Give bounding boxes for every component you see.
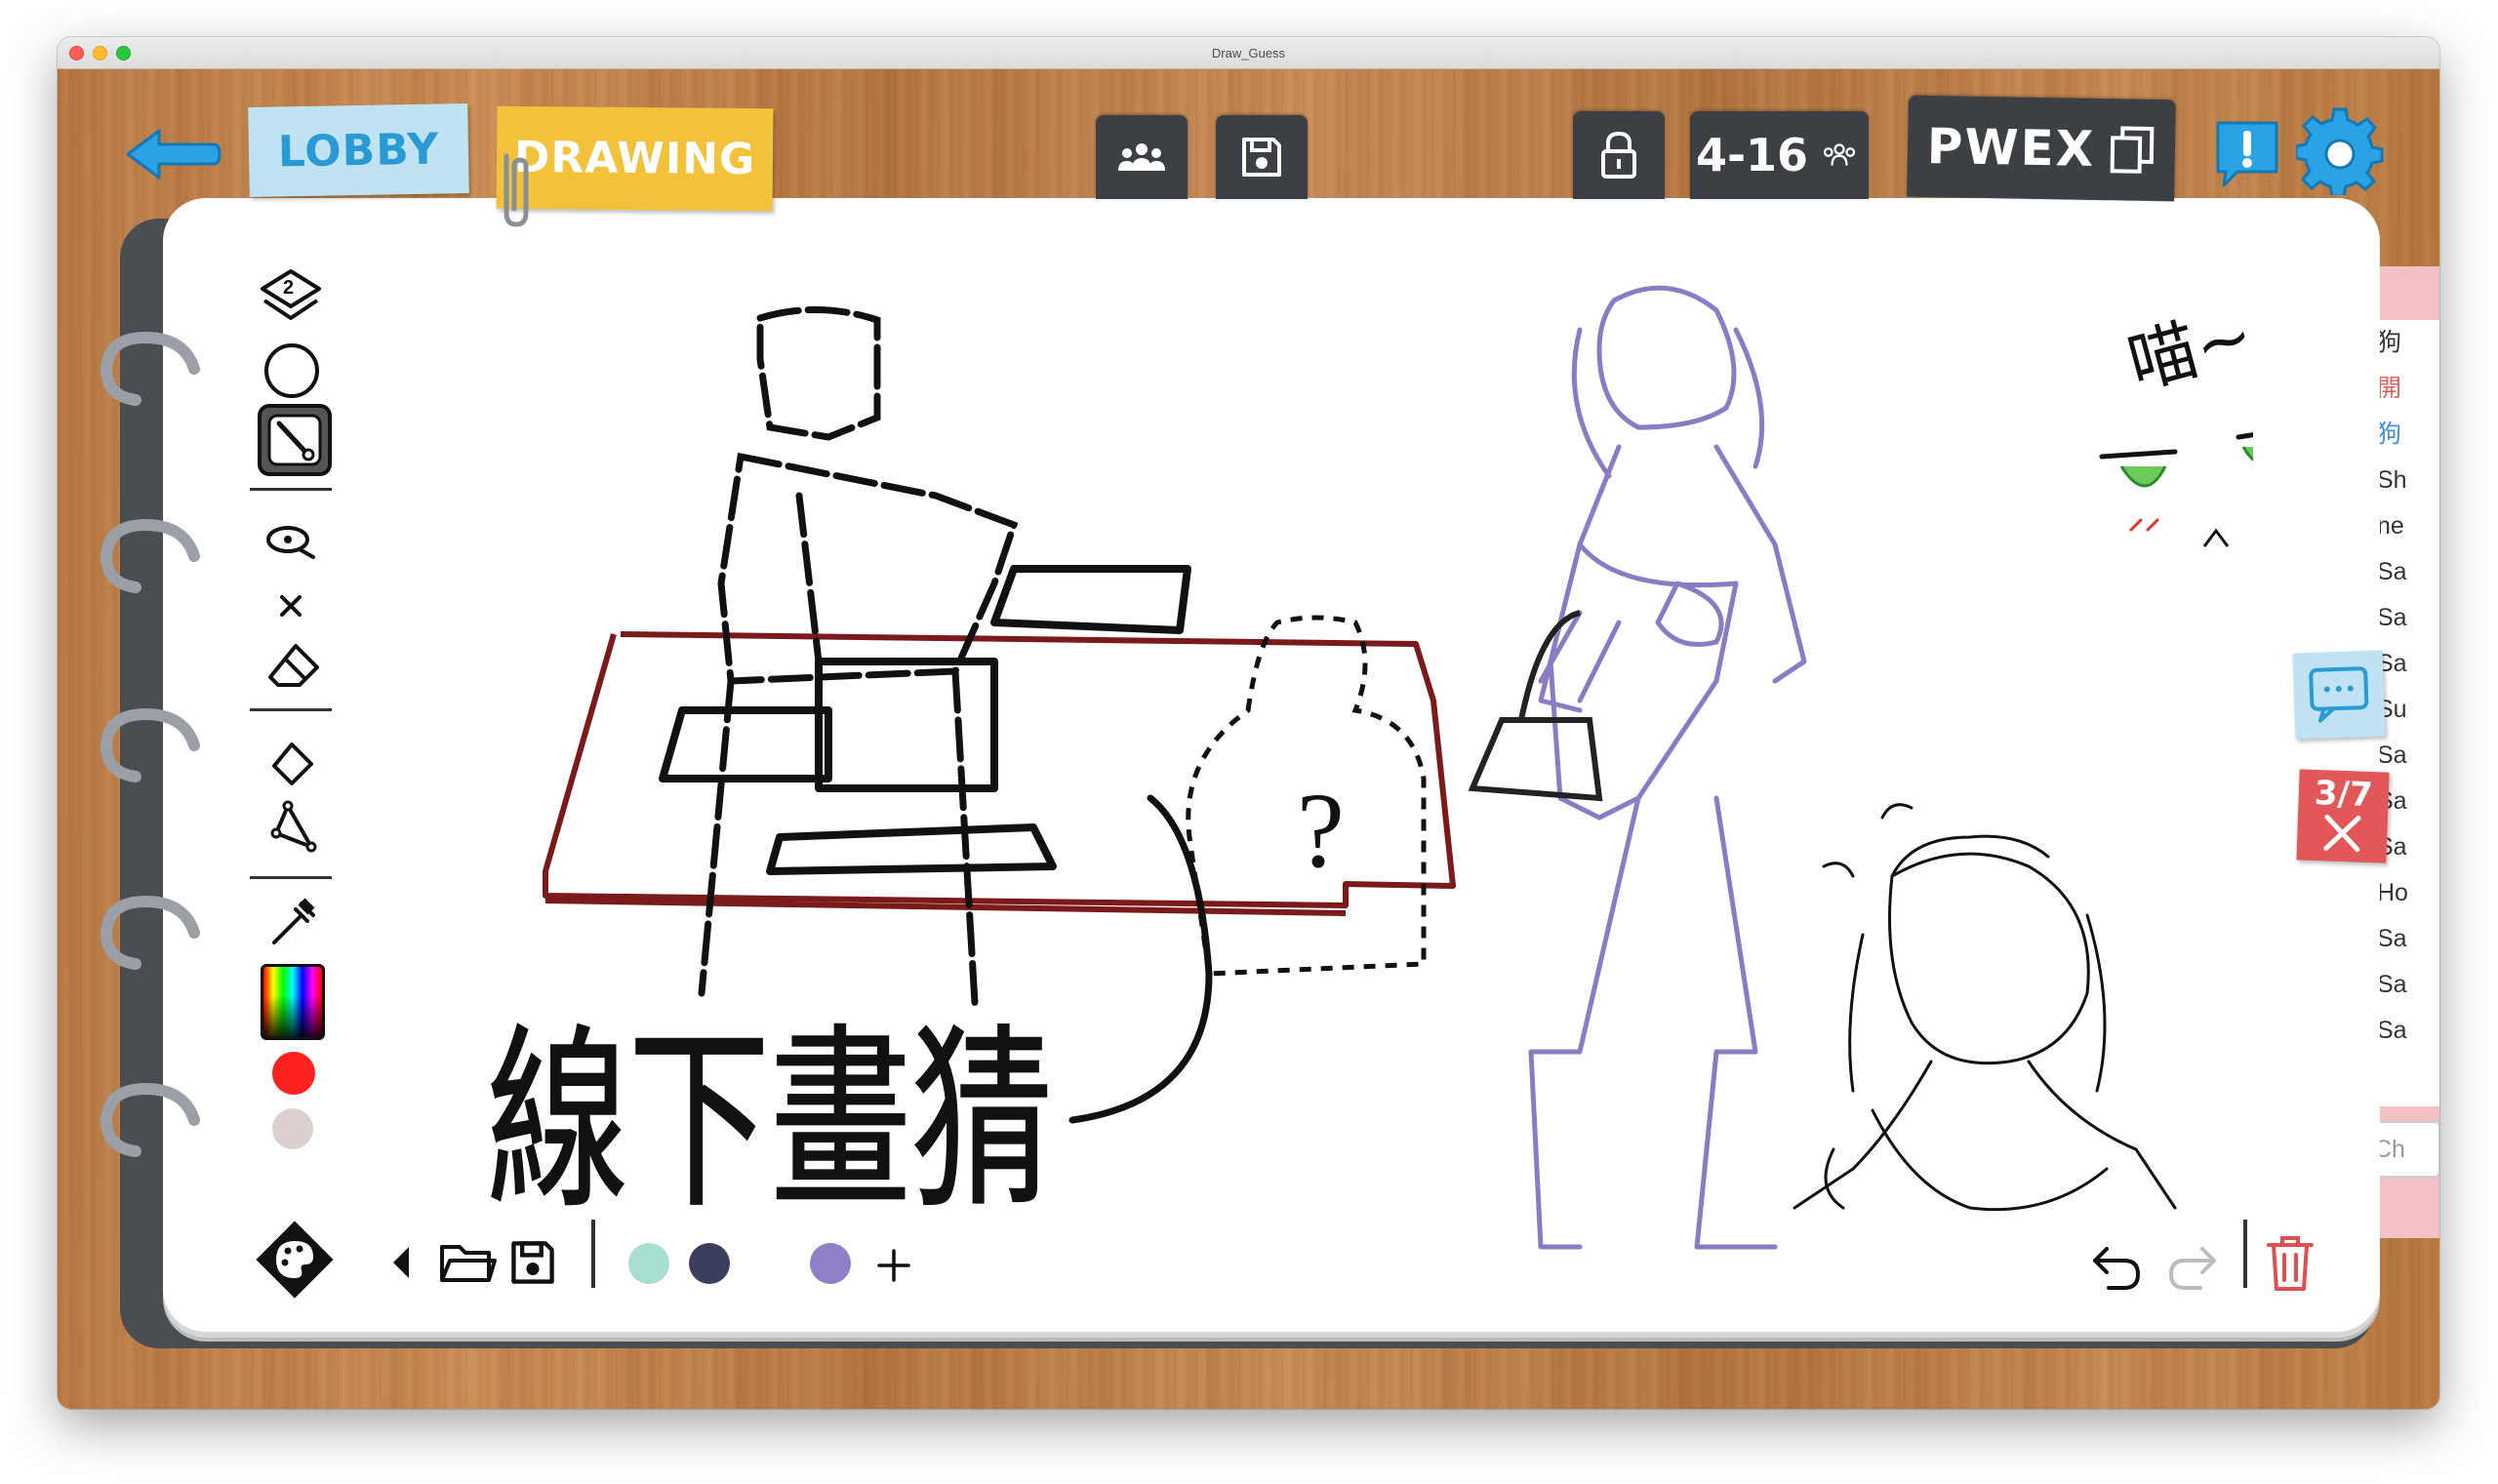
lock-room-button[interactable] (1573, 111, 1665, 199)
player-range-display[interactable]: 4-16 (1690, 111, 1869, 199)
eyedropper-tool-button[interactable] (266, 896, 321, 955)
trash-icon (2267, 1236, 2314, 1291)
exclamation-icon (2216, 121, 2278, 187)
brush-tool-button[interactable] (258, 404, 332, 476)
circle-icon (264, 343, 319, 398)
layer-button[interactable]: 2 (257, 267, 325, 326)
settings-button[interactable] (2294, 107, 2384, 200)
binder-ring (100, 707, 200, 782)
secondary-color-swatch[interactable] (272, 1108, 313, 1149)
eyedropper-icon (272, 898, 315, 944)
clear-canvas-button[interactable] (2265, 1233, 2316, 1299)
tab-lobby[interactable]: LOBBY (248, 103, 469, 197)
lasso-tool-button[interactable] (262, 522, 321, 566)
players-icon (1118, 143, 1165, 171)
lasso-icon (266, 526, 315, 559)
clear-selection-button[interactable] (277, 592, 304, 624)
brush-icon (267, 414, 322, 466)
color-picker-button[interactable] (261, 964, 325, 1040)
eraser-icon (268, 644, 319, 687)
palette-icon (256, 1221, 334, 1299)
binder-ring (100, 518, 200, 593)
laptop-doodle (659, 565, 1191, 875)
bucket-icon (272, 742, 313, 785)
tab-drawing-label: DRAWING (513, 132, 756, 185)
doodle-meow-text: 喵~ (2119, 295, 2253, 405)
doodle-question-mark: ? (1297, 771, 1345, 890)
cat-face-doodle (2099, 432, 2253, 547)
app-window: Draw_Guess 狗開狗 Sh ne Sa Sa Sa Su Sa Sa Sa Ho Sa Sa Sa… (58, 37, 2439, 1409)
chibi-doodle (1793, 803, 2177, 1212)
tool-divider (250, 488, 332, 491)
triangle-left-icon (393, 1247, 409, 1278)
lock-icon (1601, 131, 1636, 179)
binder-ring (100, 1082, 200, 1157)
players-button[interactable] (1096, 115, 1188, 199)
tab-lobby-label: LOBBY (277, 124, 440, 177)
minimize-window-button[interactable] (93, 46, 107, 60)
eraser-tool-button[interactable] (266, 642, 321, 694)
brush-size-button[interactable] (262, 341, 321, 405)
chat-bubble-icon (2309, 666, 2369, 723)
tool-divider (250, 876, 332, 879)
paperclip-icon (504, 153, 529, 227)
report-button[interactable] (2212, 117, 2282, 196)
drawing-canvas[interactable]: ? 線下畫猜 喵~ (428, 261, 2253, 1276)
palette-button[interactable] (253, 1218, 337, 1306)
arrow-doodle (1068, 794, 1213, 1124)
doodle-offline-text: 線下畫猜 (487, 1008, 1053, 1235)
window-title: Draw_Guess (1211, 45, 1286, 60)
player-range: 4-16 (1695, 129, 1809, 181)
room-code-copy[interactable]: PWEX (1907, 95, 2176, 202)
handbag-doodle (1468, 610, 1603, 802)
close-icon (2323, 814, 2361, 853)
save-room-button[interactable] (1216, 115, 1308, 199)
arrow-left-icon (126, 129, 222, 180)
close-window-button[interactable] (69, 46, 84, 60)
players-icon (1823, 143, 1856, 166)
chat-toggle-button[interactable] (2292, 650, 2386, 740)
shape-icon (270, 800, 317, 853)
tool-divider (250, 708, 332, 711)
title-bar: Draw_Guess (58, 37, 2439, 69)
save-icon (1242, 138, 1281, 177)
palette-prev-button[interactable] (389, 1243, 413, 1287)
girl-doodle (1528, 285, 1807, 1250)
layer-number: 2 (283, 277, 295, 299)
room-code: PWEX (1926, 117, 2096, 178)
round-counter-card[interactable]: 3/7 (2296, 769, 2390, 863)
binder-ring (100, 331, 200, 406)
maximize-window-button[interactable] (116, 46, 131, 60)
window-controls (69, 46, 131, 60)
binder-ring (100, 895, 200, 970)
tab-drawing[interactable]: DRAWING (496, 105, 774, 212)
close-icon (280, 595, 302, 617)
shape-tool-button[interactable] (266, 800, 321, 860)
gear-icon (2294, 107, 2384, 198)
round-indicator: 3/7 (2314, 773, 2374, 816)
back-button[interactable] (124, 125, 222, 188)
fill-tool-button[interactable] (268, 741, 317, 794)
primary-color-swatch[interactable] (272, 1052, 315, 1095)
copy-icon (2110, 126, 2155, 174)
